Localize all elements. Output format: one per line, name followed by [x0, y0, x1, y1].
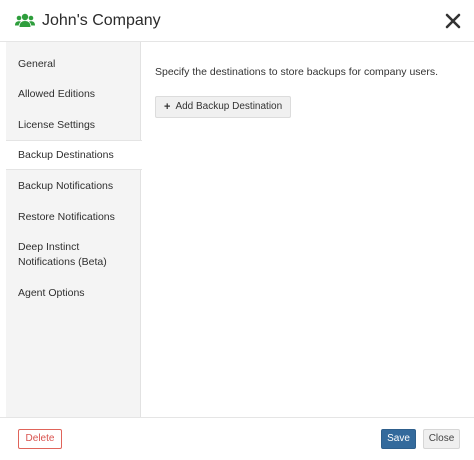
close-icon[interactable] [444, 12, 462, 30]
panel-description: Specify the destinations to store backup… [155, 66, 439, 78]
sidebar-item-agent-options[interactable]: Agent Options [6, 286, 141, 300]
dialog-footer: Delete Save Close [0, 417, 474, 460]
dialog-header: John's Company [0, 0, 474, 42]
sidebar-item-restore-notifications[interactable]: Restore Notifications [6, 210, 141, 224]
delete-button[interactable]: Delete [18, 429, 62, 449]
company-settings-dialog: John's Company General Allowed Editions … [0, 0, 474, 460]
sidebar-item-backup-destinations[interactable]: Backup Destinations [6, 140, 142, 170]
close-button[interactable]: Close [423, 429, 460, 449]
dialog-title: John's Company [42, 12, 161, 29]
sidebar-item-backup-notifications[interactable]: Backup Notifications [6, 179, 141, 193]
save-button[interactable]: Save [381, 429, 416, 449]
add-backup-destination-label: Add Backup Destination [175, 101, 283, 112]
plus-icon: + [164, 101, 171, 113]
sidebar-item-allowed-editions[interactable]: Allowed Editions [6, 87, 141, 101]
users-icon [15, 13, 35, 27]
sidebar-item-deep-instinct-notifications[interactable]: Deep Instinct Notifications (Beta) [6, 240, 141, 269]
sidebar-item-general[interactable]: General [6, 57, 141, 71]
settings-sidebar: General Allowed Editions License Setting… [6, 42, 142, 417]
sidebar-item-license-settings[interactable]: License Settings [6, 118, 141, 132]
add-backup-destination-button[interactable]: + Add Backup Destination [155, 96, 292, 118]
backup-destinations-panel: Specify the destinations to store backup… [141, 42, 474, 417]
